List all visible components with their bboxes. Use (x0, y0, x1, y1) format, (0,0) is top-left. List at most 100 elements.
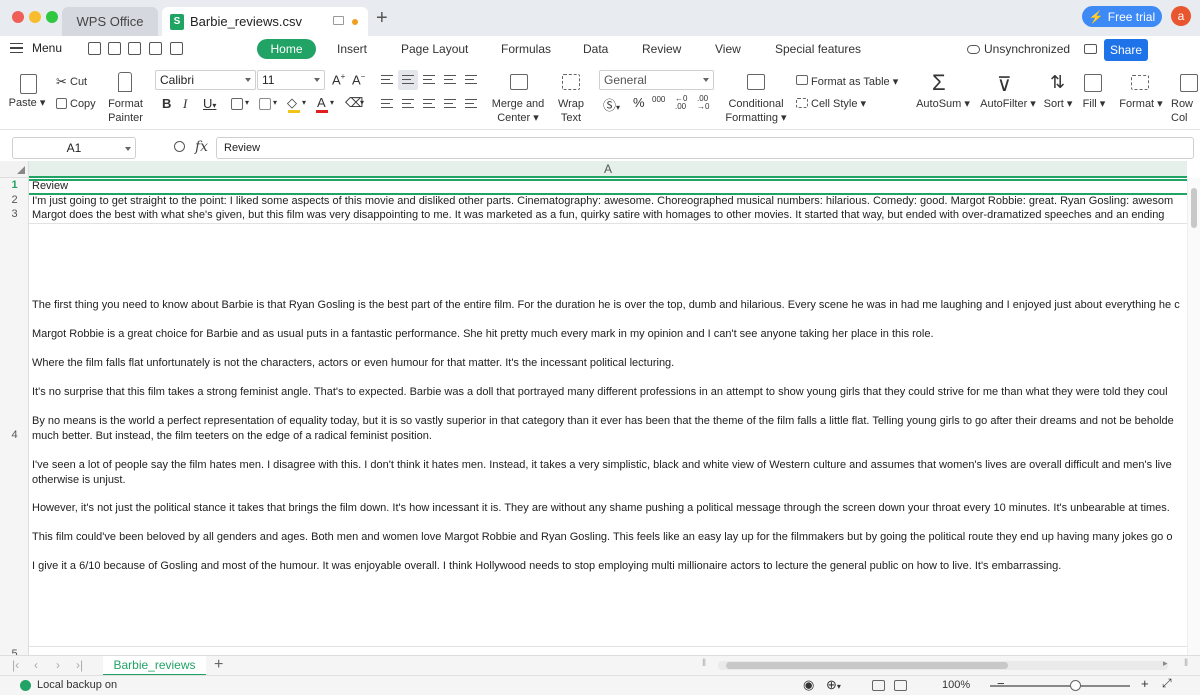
minimize-window-button[interactable] (29, 11, 41, 23)
chevron-down-icon[interactable]: ▾ (330, 98, 334, 107)
format-painter-button[interactable]: Format Painter (103, 97, 148, 125)
chevron-down-icon[interactable]: ▾ (302, 98, 306, 107)
eye-protection-icon[interactable]: ◉ (803, 677, 814, 693)
last-sheet-icon[interactable]: ›| (76, 658, 83, 672)
scroll-right-icon[interactable]: ▸ (1163, 658, 1168, 669)
chevron-down-icon[interactable]: ▾ (245, 98, 249, 107)
tab-page-layout[interactable]: Page Layout (401, 42, 468, 56)
zoom-level[interactable]: 100% (942, 679, 970, 691)
page-break-view-icon[interactable] (894, 680, 907, 691)
increase-font-size-icon[interactable]: A+ (332, 72, 345, 87)
cell-a4-line[interactable]: much better. But instead, the film teete… (32, 430, 432, 442)
print-icon[interactable] (149, 42, 162, 55)
new-tab-button[interactable]: + (376, 7, 388, 30)
row-header-5[interactable]: 5 (0, 648, 29, 655)
free-trial-button[interactable]: ⚡ Free trial (1082, 6, 1162, 27)
chevron-down-icon[interactable]: ▾ (360, 98, 364, 107)
close-window-button[interactable] (12, 11, 24, 23)
cell-a3[interactable]: Margot does the best with what she's giv… (32, 209, 1164, 221)
font-size-select[interactable]: 11 (257, 70, 325, 90)
first-sheet-icon[interactable]: |‹ (12, 658, 19, 672)
wrap-text-button[interactable]: Wrap Text (552, 97, 590, 125)
save-icon[interactable] (108, 42, 121, 55)
paste-icon[interactable] (20, 74, 37, 94)
cell-a4-line[interactable]: However, it's not just the political sta… (32, 502, 1170, 514)
cell-a4-line[interactable]: I give it a 6/10 because of Gosling and … (32, 560, 1061, 572)
split-icon[interactable]: ‖ (1184, 658, 1188, 669)
search-icon[interactable] (174, 141, 185, 152)
chevron-down-icon[interactable]: ▾ (273, 98, 277, 107)
next-sheet-icon[interactable]: › (56, 658, 60, 672)
cell-a4-line[interactable]: otherwise is unjust. (32, 474, 126, 486)
currency-icon[interactable]: Ⓢ▾ (603, 95, 620, 114)
cell-a4-line[interactable]: The first thing you need to know about B… (32, 299, 1180, 311)
formula-input[interactable]: Review (216, 137, 1194, 159)
paste-button[interactable]: Paste ▾ (6, 96, 48, 110)
select-all-corner[interactable] (0, 161, 29, 178)
tab-wps-office[interactable]: WPS Office (62, 7, 158, 36)
format-cells-icon[interactable] (259, 98, 271, 110)
justify-icon[interactable] (444, 99, 456, 108)
cells-area[interactable]: Review I'm just going to get straight to… (29, 178, 1187, 655)
sort-button[interactable]: Sort ▾ (1043, 97, 1073, 111)
horizontal-scroll-thumb[interactable] (726, 662, 1008, 669)
borders-icon[interactable] (231, 98, 243, 110)
cell-style-button[interactable]: Cell Style ▾ (811, 97, 866, 111)
avatar[interactable]: a (1171, 6, 1191, 26)
format-button[interactable]: Format ▾ (1118, 97, 1164, 111)
italic-icon[interactable]: I (183, 96, 187, 112)
sheet-tab-barbie-reviews[interactable]: Barbie_reviews (103, 656, 206, 676)
autosum-button[interactable]: AutoSum ▾ (915, 97, 971, 111)
bold-icon[interactable]: B (162, 96, 171, 111)
monitor-icon[interactable] (333, 16, 344, 25)
cell-a1[interactable]: Review (32, 180, 68, 192)
tab-home[interactable]: Home (257, 39, 316, 59)
vertical-scrollbar[interactable] (1187, 178, 1200, 655)
zoom-out-icon[interactable]: − (997, 676, 1005, 691)
fill-button[interactable]: Fill ▾ (1081, 97, 1107, 111)
tab-formulas[interactable]: Formulas (501, 42, 551, 56)
cut-button[interactable]: Cut (70, 75, 87, 89)
underline-icon[interactable]: U▾ (203, 96, 216, 111)
add-sheet-button[interactable]: + (214, 656, 223, 674)
menu-button[interactable]: Menu (10, 41, 62, 55)
increase-indent-icon[interactable] (465, 75, 477, 84)
selected-cell-a1[interactable] (29, 179, 1187, 195)
scroll-left-icon[interactable]: ‖ (702, 658, 706, 669)
tab-review[interactable]: Review (642, 42, 681, 56)
percent-icon[interactable]: % (633, 95, 645, 110)
rows-columns-button[interactable]: Row Col (1171, 97, 1193, 125)
conditional-formatting-button[interactable]: Conditional Formatting ▾ (724, 97, 788, 125)
crosshair-icon[interactable]: ⊕▾ (826, 677, 841, 693)
copy-button[interactable]: Copy (70, 97, 96, 111)
row-header-3[interactable]: 3 (0, 208, 29, 220)
row-header-4[interactable]: 4 (0, 429, 29, 441)
normal-view-icon[interactable] (872, 680, 885, 691)
merge-center-button[interactable]: Merge and Center ▾ (490, 97, 546, 125)
sync-status[interactable]: Unsynchronized (967, 42, 1070, 56)
align-bottom-icon[interactable] (423, 75, 435, 84)
decrease-decimal-icon[interactable]: .00 →0 (697, 95, 709, 111)
font-name-select[interactable]: Calibri (155, 70, 256, 90)
align-center-icon[interactable] (402, 99, 414, 108)
cell-a4-line[interactable]: Where the film falls flat unfortunately … (32, 357, 674, 369)
cell-a4-line[interactable]: This film could've been beloved by all g… (32, 531, 1172, 543)
tab-data[interactable]: Data (583, 42, 608, 56)
tab-view[interactable]: View (715, 42, 741, 56)
cell-a4-line[interactable]: Margot Robbie is a great choice for Barb… (32, 328, 934, 340)
zoom-slider-knob[interactable] (1070, 680, 1081, 691)
align-top-icon[interactable] (381, 75, 393, 84)
maximize-window-button[interactable] (46, 11, 58, 23)
cell-a4-line[interactable]: By no means is the world a perfect repre… (32, 415, 1174, 427)
number-format-select[interactable]: General (599, 70, 714, 90)
print-preview-icon[interactable] (170, 42, 183, 55)
name-box[interactable]: A1 (12, 137, 136, 159)
row-header-2[interactable]: 2 (0, 194, 29, 206)
export-icon[interactable] (128, 42, 141, 55)
row-header-1[interactable]: 1 (0, 179, 29, 191)
zoom-in-icon[interactable]: + (1141, 676, 1149, 691)
tab-insert[interactable]: Insert (337, 42, 367, 56)
align-right-icon[interactable] (423, 99, 435, 108)
cell-a2[interactable]: I'm just going to get straight to the po… (32, 195, 1173, 207)
previous-sheet-icon[interactable]: ‹ (34, 658, 38, 672)
